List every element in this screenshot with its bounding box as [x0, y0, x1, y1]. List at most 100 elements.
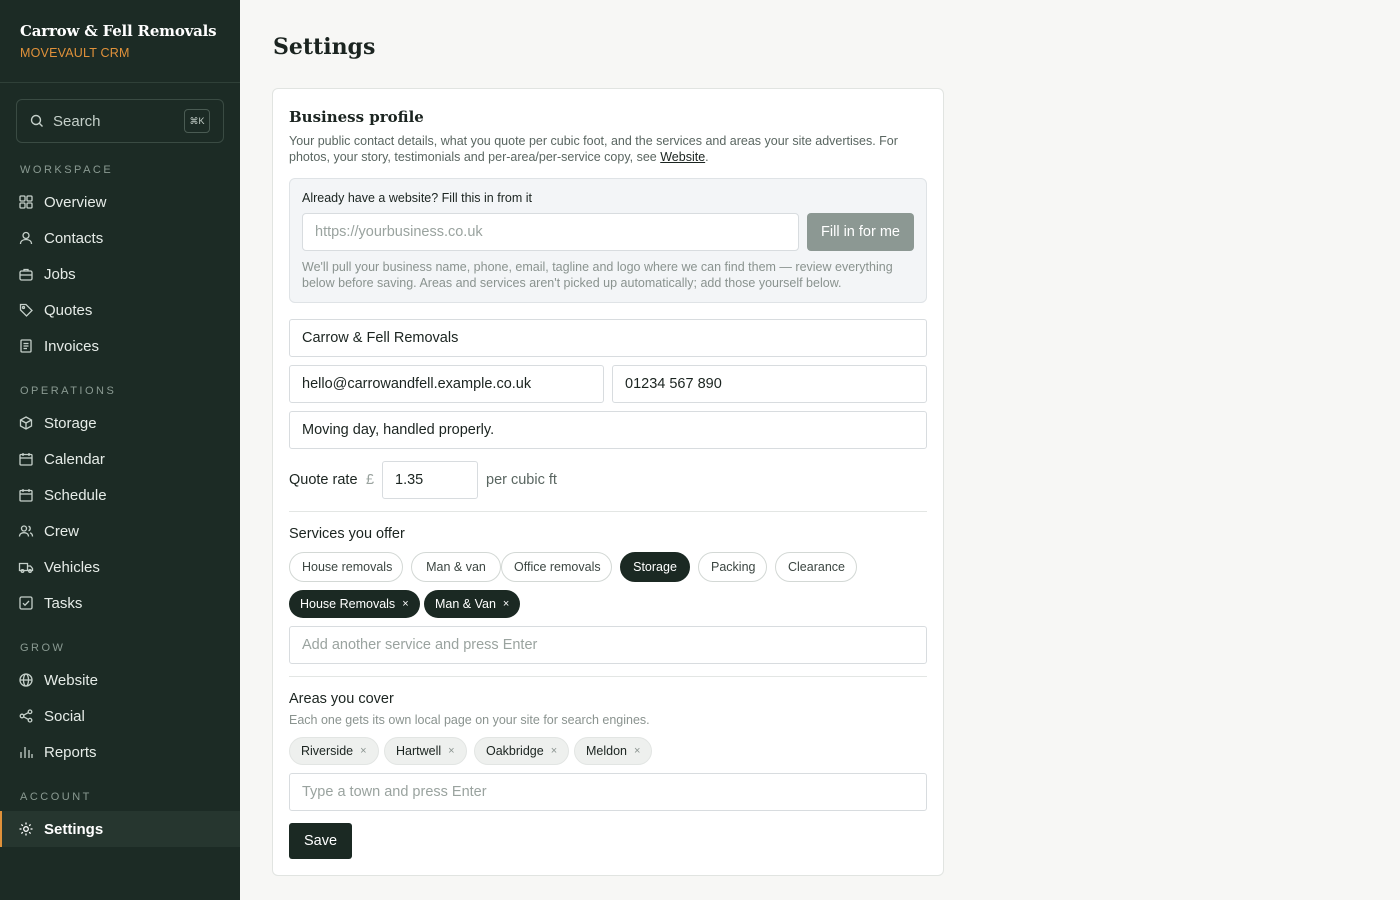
quote-rate-label: Quote rate — [289, 472, 358, 488]
service-chip-house-removals[interactable]: House removals — [289, 552, 403, 582]
sidebar-item-jobs[interactable]: Jobs — [0, 256, 240, 292]
quote-rate-input[interactable] — [382, 461, 478, 499]
sidebar-item-label: Jobs — [44, 265, 76, 283]
sidebar-item-label: Social — [44, 707, 85, 725]
brand-product: MOVEVAULT CRM — [20, 46, 130, 60]
remove-icon[interactable]: × — [634, 745, 640, 757]
sidebar-item-schedule[interactable]: Schedule — [0, 477, 240, 513]
share-icon — [18, 708, 34, 724]
tag-icon — [18, 302, 34, 318]
sidebar-item-label: Calendar — [44, 450, 105, 468]
fill-in-button[interactable]: Fill in for me — [807, 213, 914, 251]
sidebar-item-label: Storage — [44, 414, 97, 432]
nav-section-account: ACCOUNT — [20, 791, 92, 803]
tagline-field[interactable] — [289, 411, 927, 449]
quote-rate-unit: per cubic ft — [486, 472, 557, 488]
tag-label: Meldon — [586, 744, 627, 758]
box-icon — [18, 415, 34, 431]
business-name-field[interactable] — [289, 319, 927, 357]
areas-title: Areas you cover — [289, 691, 394, 707]
calendar-icon — [18, 487, 34, 503]
sidebar-item-label: Vehicles — [44, 558, 100, 576]
sidebar-item-storage[interactable]: Storage — [0, 405, 240, 441]
sidebar-item-social[interactable]: Social — [0, 698, 240, 734]
email-field[interactable] — [289, 365, 604, 403]
remove-icon[interactable]: × — [503, 598, 509, 610]
grid-icon — [18, 194, 34, 210]
document-icon — [18, 338, 34, 354]
sidebar-item-label: Crew — [44, 522, 80, 540]
website-import-panel: Already have a website? Fill this in fro… — [289, 178, 927, 303]
area-tag: Riverside × — [289, 737, 379, 765]
currency-symbol: £ — [366, 472, 375, 488]
gear-icon — [18, 821, 34, 837]
sidebar-item-label: Overview — [44, 193, 107, 211]
sidebar-item-label: Contacts — [44, 229, 104, 247]
sidebar-item-label: Tasks — [44, 594, 83, 612]
truck-icon — [18, 559, 34, 575]
remove-icon[interactable]: × — [551, 745, 557, 757]
service-chip-man-van[interactable]: Man & van — [411, 552, 501, 582]
remove-icon[interactable]: × — [360, 745, 366, 757]
sidebar-item-crew[interactable]: Crew — [0, 513, 240, 549]
search-icon — [29, 113, 45, 129]
service-chip-packing[interactable]: Packing — [698, 552, 767, 582]
area-tag: Oakbridge × — [474, 737, 570, 765]
calendar-icon — [18, 451, 34, 467]
search-shortcut: ⌘K — [184, 109, 210, 133]
custom-service-tag: House Removals × — [289, 590, 420, 618]
brand-name: Carrow & Fell Removals — [20, 22, 217, 40]
sidebar-item-label: Schedule — [44, 486, 107, 504]
user-icon — [18, 230, 34, 246]
service-chip-office-removals[interactable]: Office removals — [501, 552, 612, 582]
tag-label: Hartwell — [396, 744, 442, 758]
sidebar-item-label: Settings — [44, 820, 104, 838]
add-service-input[interactable] — [289, 626, 927, 664]
sidebar: Carrow & Fell Removals MOVEVAULT CRM Sea… — [0, 0, 240, 900]
sidebar-item-label: Reports — [44, 743, 97, 761]
tag-label: House Removals — [300, 597, 396, 611]
import-title: Already have a website? Fill this in fro… — [302, 191, 532, 205]
briefcase-icon — [18, 266, 34, 282]
card-title: Business profile — [289, 108, 424, 126]
bar-chart-icon — [18, 744, 34, 760]
card-description-text: Your public contact details, what you qu… — [289, 134, 898, 164]
globe-icon — [18, 672, 34, 688]
sidebar-item-website[interactable]: Website — [0, 662, 240, 698]
tag-label: Oakbridge — [486, 744, 544, 758]
website-link[interactable]: Website — [660, 150, 705, 164]
sidebar-item-label: Quotes — [44, 301, 93, 319]
service-chip-storage[interactable]: Storage — [620, 552, 690, 582]
users-icon — [18, 523, 34, 539]
nav-section-grow: GROW — [20, 642, 66, 654]
phone-field[interactable] — [612, 365, 927, 403]
sidebar-item-reports[interactable]: Reports — [0, 734, 240, 770]
business-profile-card: Business profile Your public contact det… — [272, 88, 944, 876]
sidebar-item-settings[interactable]: Settings — [0, 811, 240, 847]
add-area-input[interactable] — [289, 773, 927, 811]
website-url-input[interactable] — [302, 213, 799, 251]
service-chip-clearance[interactable]: Clearance — [775, 552, 857, 582]
remove-icon[interactable]: × — [402, 598, 408, 610]
sidebar-item-vehicles[interactable]: Vehicles — [0, 549, 240, 585]
remove-icon[interactable]: × — [448, 745, 454, 757]
nav-section-workspace: WORKSPACE — [20, 164, 114, 176]
area-tag: Meldon × — [574, 737, 653, 765]
save-button[interactable]: Save — [289, 823, 352, 859]
tag-label: Riverside — [301, 744, 354, 758]
sidebar-item-quotes[interactable]: Quotes — [0, 292, 240, 328]
brand: Carrow & Fell Removals MOVEVAULT CRM — [0, 0, 240, 83]
divider — [289, 511, 927, 512]
card-description-end: . — [705, 150, 709, 164]
sidebar-item-contacts[interactable]: Contacts — [0, 220, 240, 256]
sidebar-item-tasks[interactable]: Tasks — [0, 585, 240, 621]
nav-section-operations: OPERATIONS — [20, 385, 117, 397]
sidebar-item-invoices[interactable]: Invoices — [0, 328, 240, 364]
divider — [289, 676, 927, 677]
sidebar-item-calendar[interactable]: Calendar — [0, 441, 240, 477]
services-title: Services you offer — [289, 526, 405, 542]
sidebar-item-label: Invoices — [44, 337, 100, 355]
sidebar-item-overview[interactable]: Overview — [0, 184, 240, 220]
area-tag: Hartwell × — [384, 737, 467, 765]
sidebar-search[interactable]: Search ⌘K — [16, 99, 224, 143]
